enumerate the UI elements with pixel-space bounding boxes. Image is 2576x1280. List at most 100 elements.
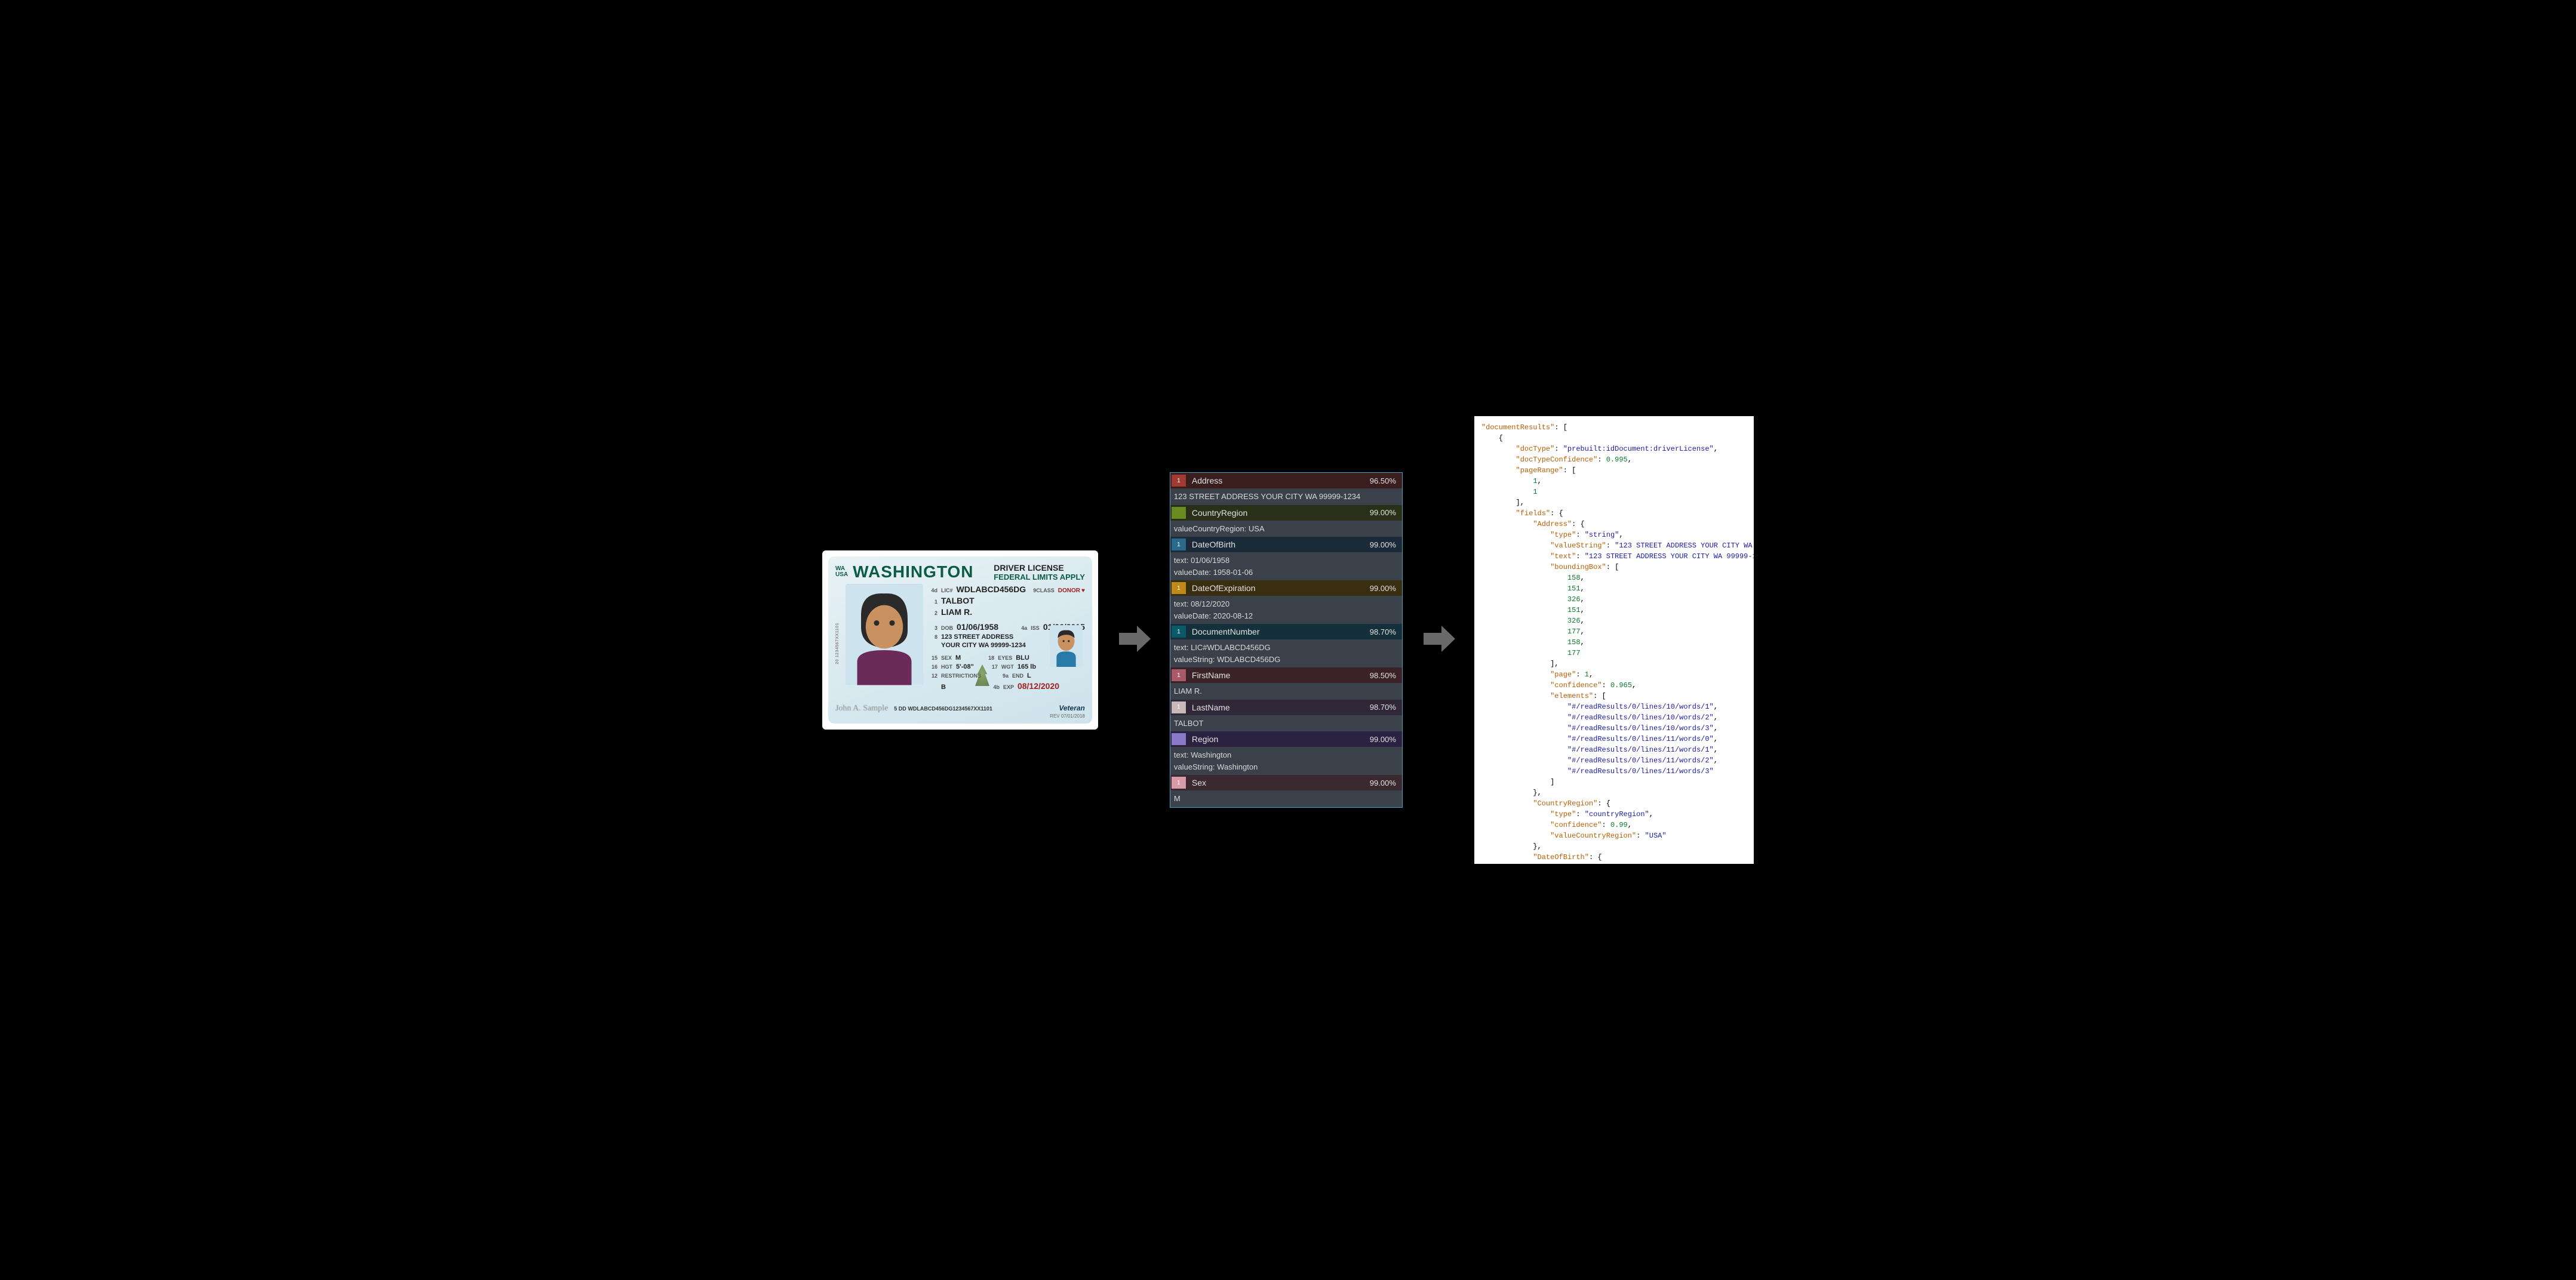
field-confidence: 99.00% <box>1370 508 1396 517</box>
lic-num-prefix: 4d <box>929 587 937 594</box>
field-body-line: text: LIC#WDLABCD456DG <box>1174 642 1398 654</box>
fname-num: 2 <box>929 610 937 617</box>
field-row[interactable]: CountryRegion 99.00% valueCountryRegion: U… <box>1170 505 1402 537</box>
field-row[interactable]: 1 DocumentNumber 98.70% text: LIC#WDLABCD45… <box>1170 624 1402 667</box>
card-header: WA USA WASHINGTON DRIVER LICENSE FEDERAL… <box>835 562 1085 581</box>
field-name: FirstName <box>1192 670 1364 680</box>
rest-value: B <box>941 683 946 692</box>
document-title: DRIVER LICENSE <box>994 563 1085 573</box>
mini-portrait <box>1050 625 1083 667</box>
extracted-fields-panel: 1 Address 96.50% 123 STREET ADDRESS YOUR CI… <box>1170 472 1403 808</box>
field-row[interactable]: 1DateOfExpiration99.00%text: 08/12/2020v… <box>1170 580 1402 624</box>
veteran-label: Veteran <box>1059 704 1085 712</box>
field-header[interactable]: 1 DocumentNumber 98.70% <box>1170 624 1402 639</box>
rev-label: REV 07/01/2018 <box>1050 713 1085 719</box>
donor-label: DONOR <box>1058 587 1080 595</box>
field-header[interactable]: 1Sex99.00% <box>1170 775 1402 790</box>
iss-label: ISS <box>1031 624 1040 632</box>
field-name: DateOfBirth <box>1192 540 1364 549</box>
card-info: 4d LIC# WDLABCD456DG 9CLASS DONOR ♥ 1TAL… <box>929 584 1085 703</box>
field-body: TALBOT <box>1170 715 1402 732</box>
driver-license-card: WA USA WASHINGTON DRIVER LICENSE FEDERAL… <box>828 556 1092 724</box>
field-body: text: 08/12/2020valueDate: 2020-08-12 <box>1170 596 1402 624</box>
wgt-num: 17 <box>989 663 998 670</box>
field-header[interactable]: 1 LastName 98.70% <box>1170 700 1402 715</box>
lic-label: LIC# <box>941 587 953 594</box>
wgt-value: 165 lb <box>1018 663 1036 672</box>
card-footer: John A. Sample 5 DD WDLABCD456DG1234567X… <box>835 703 1085 719</box>
eyes-value: BLU <box>1016 654 1029 663</box>
field-row[interactable]: 1Address96.50%123 STREET ADDRESS YOUR CI… <box>1170 473 1402 505</box>
field-row[interactable]: Region99.00%text: WashingtonvalueString:… <box>1170 731 1402 775</box>
field-badge: 1 <box>1172 582 1186 594</box>
field-body-line: valueDate: 2020-08-12 <box>1174 610 1398 622</box>
dd-label: 5 DD <box>894 706 906 712</box>
field-header[interactable]: 1DateOfBirth99.00% <box>1170 537 1402 552</box>
field-header[interactable]: CountryRegion 99.00% <box>1170 505 1402 521</box>
pipeline-stage: WA USA WASHINGTON DRIVER LICENSE FEDERAL… <box>822 416 1754 864</box>
dob-label: DOB <box>941 624 953 632</box>
field-confidence: 98.70% <box>1370 627 1396 636</box>
field-name: LastName <box>1192 703 1364 712</box>
field-confidence: 98.50% <box>1370 671 1396 680</box>
field-header[interactable]: 1 FirstName 98.50% <box>1170 667 1402 683</box>
field-body: text: 01/06/1958valueDate: 1958-01-06 <box>1170 552 1402 580</box>
field-name: CountryRegion <box>1192 508 1364 518</box>
first-name: LIAM R. <box>941 607 972 618</box>
lname-num: 1 <box>929 598 937 605</box>
field-badge: 1 <box>1172 626 1186 638</box>
field-name: Region <box>1192 734 1364 744</box>
id-card-container: WA USA WASHINGTON DRIVER LICENSE FEDERAL… <box>822 550 1098 730</box>
license-number: WDLABCD456DG <box>957 584 1026 595</box>
field-row[interactable]: 1Sex99.00%M <box>1170 775 1402 807</box>
field-body: text: LIC#WDLABCD456DGvalueString: WDLAB… <box>1170 639 1402 667</box>
field-body: valueCountryRegion: USA <box>1170 521 1402 537</box>
sex-num: 15 <box>929 654 937 661</box>
sex-value: M <box>955 654 961 663</box>
vertical-serial: 20 1234567XX1101 <box>835 623 840 664</box>
field-badge: 1 <box>1172 701 1186 713</box>
dd-value: WDLABCD456DG1234567XX1101 <box>908 706 992 712</box>
field-confidence: 99.00% <box>1370 779 1396 787</box>
hgt-num: 16 <box>929 663 937 670</box>
field-body: M <box>1170 790 1402 807</box>
field-row[interactable]: 1FirstName98.50%LIAM R. <box>1170 667 1402 700</box>
field-header[interactable]: 1DateOfExpiration99.00% <box>1170 580 1402 596</box>
field-name: DocumentNumber <box>1192 627 1364 636</box>
eyes-num: 18 <box>986 654 994 661</box>
field-body-line: M <box>1174 793 1398 805</box>
dob-num: 3 <box>929 624 937 632</box>
last-name: TALBOT <box>941 595 975 607</box>
field-badge: 1 <box>1172 669 1186 681</box>
field-badge: 1 <box>1172 539 1186 550</box>
wgt-label: WGT <box>1001 663 1014 670</box>
field-confidence: 98.70% <box>1370 703 1396 712</box>
sex-label: SEX <box>941 654 952 661</box>
field-header[interactable]: 1Address96.50% <box>1170 473 1402 488</box>
exp-value: 08/12/2020 <box>1018 681 1059 692</box>
field-confidence: 96.50% <box>1370 476 1396 485</box>
field-body-line: valueDate: 1958-01-06 <box>1174 567 1398 579</box>
state-abbrev: WA USA <box>835 566 848 578</box>
end-label: END <box>1012 672 1023 679</box>
rest-num: 12 <box>929 672 937 679</box>
field-row[interactable]: 1 LastName 98.70% TALBOT <box>1170 700 1402 732</box>
field-row[interactable]: 1DateOfBirth99.00%text: 01/06/1958valueD… <box>1170 537 1402 580</box>
json-output-panel: "documentResults": [ { "docType": "prebu… <box>1474 416 1754 864</box>
field-name: Sex <box>1192 778 1364 787</box>
address-line1: 123 STREET ADDRESS <box>941 633 1013 642</box>
card-header-right: DRIVER LICENSE FEDERAL LIMITS APPLY <box>994 563 1085 581</box>
field-header[interactable]: Region99.00% <box>1170 731 1402 747</box>
card-body: 20 1234567XX1101 4d LIC# <box>835 584 1085 703</box>
field-body: text: WashingtonvalueString: Washington <box>1170 747 1402 775</box>
field-badge <box>1172 733 1186 745</box>
addr-num: 8 <box>929 633 937 641</box>
field-body-line: valueString: Washington <box>1174 761 1398 773</box>
exp-label: EXP <box>1003 684 1014 691</box>
hgt-label: HGT <box>941 663 952 670</box>
hgt-value: 5'-08" <box>956 663 974 672</box>
field-name: Address <box>1192 476 1364 485</box>
field-body: 123 STREET ADDRESS YOUR CITY WA 99999-12… <box>1170 488 1402 505</box>
field-body-line: 123 STREET ADDRESS YOUR CITY WA 99999-12… <box>1174 491 1398 503</box>
arrow-icon <box>1421 621 1456 660</box>
